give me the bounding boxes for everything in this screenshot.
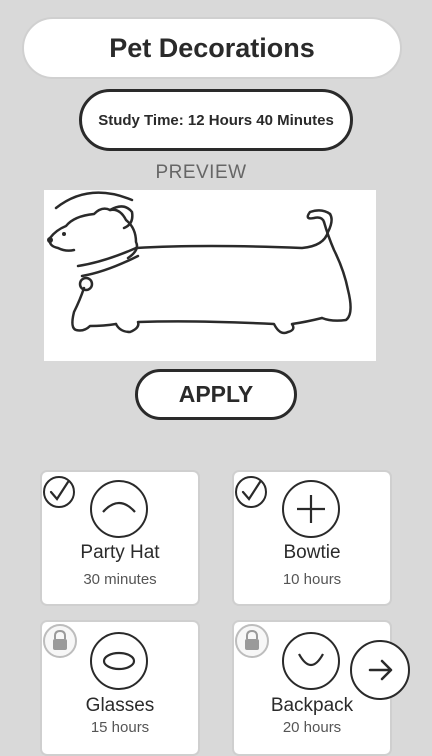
decoration-name: Party Hat xyxy=(80,542,160,563)
apply-button[interactable]: APPLY xyxy=(135,369,297,420)
decoration-name: Backpack xyxy=(270,695,354,716)
backpack-icon xyxy=(282,632,340,690)
glasses-icon xyxy=(90,632,148,690)
selected-check-icon[interactable] xyxy=(235,476,267,508)
dog-nose xyxy=(47,237,53,243)
page-title: Pet Decorations xyxy=(22,17,402,79)
decoration-card-party-hat[interactable]: Party Hat 30 minutes xyxy=(40,470,200,606)
preview-label: PREVIEW xyxy=(155,162,247,183)
dog-body xyxy=(134,212,333,250)
dog-eye xyxy=(62,232,66,236)
decoration-name: Bowtie xyxy=(283,542,341,563)
party-hat-icon xyxy=(90,480,148,538)
decoration-time: 10 hours xyxy=(282,571,342,588)
bowtie-icon xyxy=(282,480,340,538)
lock-icon xyxy=(235,624,269,658)
arrow-right-icon xyxy=(368,659,393,681)
study-time-badge: Study Time: 12 Hours 40 Minutes xyxy=(79,89,353,151)
pet-drawing xyxy=(47,191,352,335)
next-page-button[interactable] xyxy=(350,640,410,700)
decoration-card-glasses[interactable]: Glasses 15 hours xyxy=(40,620,200,756)
selected-check-icon[interactable] xyxy=(43,476,75,508)
decoration-time: 20 hours xyxy=(282,719,342,736)
pet-preview xyxy=(44,190,376,361)
lock-icon xyxy=(43,624,77,658)
decoration-time: 30 minutes xyxy=(83,571,157,588)
decoration-name: Glasses xyxy=(85,695,155,716)
decoration-card-bowtie[interactable]: Bowtie 10 hours xyxy=(232,470,392,606)
decoration-time: 15 hours xyxy=(90,719,150,736)
